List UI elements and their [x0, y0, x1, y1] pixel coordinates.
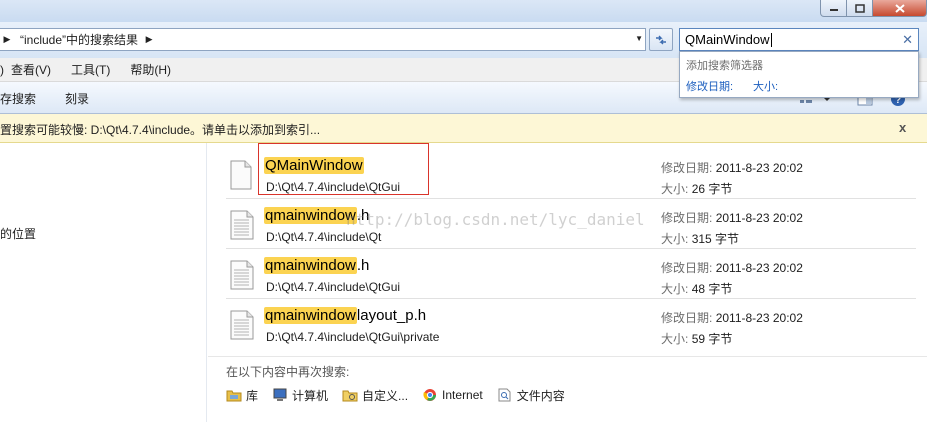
- internet-icon: [423, 389, 437, 401]
- address-bar[interactable]: ▶ “include”中的搜索结果 ▶ ▼: [0, 28, 646, 51]
- size-label: 大小:: [661, 332, 689, 346]
- result-path: D:\Qt\4.7.4\include\Qt: [266, 230, 382, 244]
- filter-popup-title: 添加搜索筛选器: [686, 60, 763, 72]
- library-icon: [226, 390, 242, 402]
- search-again-internet[interactable]: Internet: [422, 388, 483, 402]
- maximize-icon: [854, 3, 865, 13]
- date-label: 修改日期:: [661, 261, 713, 275]
- text-caret: [770, 32, 772, 47]
- search-filter-popup: 添加搜索筛选器 修改日期: 大小:: [679, 51, 919, 98]
- watermark: http://blog.csdn.net/lyc_daniel: [346, 210, 645, 229]
- custom-folder-icon: [342, 390, 358, 402]
- minimize-icon: [829, 9, 838, 11]
- filename-match-highlight: qmainwindow: [264, 307, 357, 324]
- address-dropdown-icon[interactable]: ▼: [635, 34, 643, 43]
- breadcrumb-search-results[interactable]: “include”中的搜索结果: [20, 31, 138, 48]
- size-label: 大小:: [661, 182, 689, 196]
- result-size: 大小: 48 字节: [661, 280, 732, 297]
- date-label: 修改日期:: [661, 211, 713, 225]
- date-label: 修改日期:: [661, 311, 713, 325]
- location-label: 文件内容: [516, 388, 565, 403]
- menu-item-tools[interactable]: 工具(T): [71, 61, 110, 78]
- nav-item-locations[interactable]: 的位置: [0, 225, 36, 242]
- result-date: 修改日期: 2011-8-23 20:02: [661, 159, 803, 176]
- result-date: 修改日期: 2011-8-23 20:02: [661, 209, 803, 226]
- selection-annotation-box: [258, 143, 429, 195]
- location-label: 库: [246, 388, 259, 403]
- title-bar: [0, 0, 927, 22]
- search-input[interactable]: QMainWindow ✕: [679, 28, 919, 51]
- result-item[interactable]: qmainwindowlayout_p.h D:\Qt\4.7.4\includ…: [226, 299, 916, 349]
- save-search-button[interactable]: 存搜索: [0, 90, 36, 107]
- size-value: 315 字节: [691, 232, 740, 246]
- size-value: 59 字节: [691, 332, 733, 346]
- date-value: 2011-8-23 20:02: [715, 261, 803, 275]
- result-size: 大小: 315 字节: [661, 230, 739, 247]
- size-value: 26 字节: [691, 182, 733, 196]
- result-path: D:\Qt\4.7.4\include\QtGui\private: [266, 330, 440, 344]
- view-dropdown-icon[interactable]: [824, 98, 830, 101]
- minimize-button[interactable]: [820, 0, 847, 17]
- breadcrumb-chevron-icon[interactable]: ▶: [0, 34, 14, 45]
- result-path: D:\Qt\4.7.4\include\QtGui: [266, 280, 401, 294]
- result-filename[interactable]: qmainwindowlayout_p.h: [264, 307, 426, 324]
- result-filename[interactable]: qmainwindow.h: [264, 257, 369, 274]
- menu-item-edit-partial[interactable]: ): [0, 63, 4, 77]
- close-infobar-icon[interactable]: x: [899, 120, 906, 135]
- close-window-button[interactable]: [873, 0, 927, 17]
- window-controls: [820, 0, 927, 17]
- size-label: 大小:: [661, 232, 689, 246]
- search-again-locations: 库 计算机 自定义... Internet 文件内容: [226, 385, 579, 405]
- result-date: 修改日期: 2011-8-23 20:02: [661, 309, 803, 326]
- result-item[interactable]: qmainwindow.h D:\Qt\4.7.4\include\QtGui …: [226, 249, 916, 299]
- filter-size[interactable]: 大小:: [753, 78, 778, 94]
- navigation-pane: 的位置: [0, 143, 207, 422]
- size-label: 大小:: [661, 282, 689, 296]
- text-file-icon: [230, 260, 254, 290]
- index-warning-text[interactable]: 置搜索可能较慢: D:\Qt\4.7.4\include。请单击以添加到索引..…: [0, 121, 320, 138]
- date-value: 2011-8-23 20:02: [715, 211, 803, 225]
- filename-match-highlight: qmainwindow: [264, 257, 357, 274]
- location-label: 自定义...: [362, 388, 409, 403]
- size-value: 48 字节: [691, 282, 733, 296]
- file-icon: [230, 160, 252, 190]
- search-again-custom[interactable]: 自定义...: [342, 387, 408, 404]
- text-file-icon: [230, 210, 254, 240]
- location-label: Internet: [442, 388, 483, 402]
- filter-date-modified[interactable]: 修改日期:: [686, 78, 733, 94]
- close-icon: [894, 3, 905, 13]
- clear-search-icon[interactable]: ✕: [902, 32, 913, 48]
- menu-item-help[interactable]: 帮助(H): [130, 61, 171, 78]
- maximize-button[interactable]: [847, 0, 873, 17]
- results-divider: [208, 356, 927, 357]
- result-size: 大小: 59 字节: [661, 330, 732, 347]
- index-warning-bar[interactable]: 置搜索可能较慢: D:\Qt\4.7.4\include。请单击以添加到索引..…: [0, 114, 927, 143]
- search-again-computer[interactable]: 计算机: [272, 387, 328, 404]
- location-label: 计算机: [292, 388, 329, 403]
- search-again-file-contents[interactable]: 文件内容: [497, 387, 565, 404]
- search-again-library[interactable]: 库: [226, 387, 258, 404]
- breadcrumb-chevron-icon[interactable]: ▶: [142, 34, 156, 45]
- file-content-icon: [498, 388, 511, 402]
- filename-match-highlight: qmainwindow: [264, 207, 357, 224]
- computer-icon: [273, 388, 287, 401]
- date-value: 2011-8-23 20:02: [715, 311, 803, 325]
- filename-suffix: .h: [356, 257, 370, 274]
- refresh-button[interactable]: [649, 28, 673, 51]
- result-size: 大小: 26 字节: [661, 180, 732, 197]
- search-input-value[interactable]: QMainWindow: [685, 32, 770, 47]
- result-date: 修改日期: 2011-8-23 20:02: [661, 259, 803, 276]
- search-again-label: 在以下内容中再次搜索:: [226, 365, 350, 379]
- filename-suffix: layout_p.h: [356, 307, 427, 324]
- menu-item-view[interactable]: 查看(V): [11, 61, 51, 78]
- burn-button[interactable]: 刻录: [65, 90, 89, 107]
- date-label: 修改日期:: [661, 161, 713, 175]
- date-value: 2011-8-23 20:02: [715, 161, 803, 175]
- refresh-icon: [656, 35, 666, 44]
- text-file-icon: [230, 310, 254, 340]
